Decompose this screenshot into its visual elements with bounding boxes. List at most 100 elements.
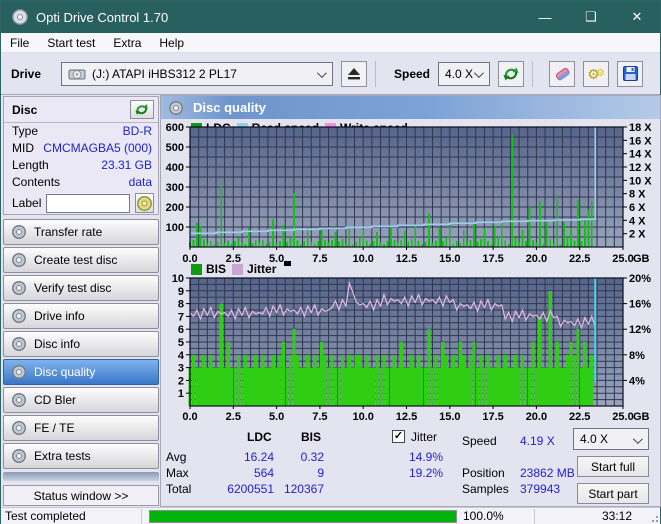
panel-title: Disc quality [193,100,266,115]
svg-text:5: 5 [178,337,184,349]
disc-icon [12,421,26,435]
sidebar-item-label: Verify test disc [34,281,112,295]
sidebar-item-drive-info[interactable]: Drive info [3,303,159,329]
svg-text:15.0: 15.0 [439,411,460,423]
start-full-button[interactable]: Start full [577,456,649,477]
start-full-label: Start full [590,459,635,474]
svg-text:0.0: 0.0 [182,411,197,423]
svg-text:9: 9 [178,286,184,298]
disc-row-type: Type BD-R [4,123,158,140]
disc-row-label: Length [12,158,49,172]
disc-row-value: 23.31 GB [101,158,152,172]
jitter-checkbox-label: Jitter [411,430,438,444]
start-part-button[interactable]: Start part [577,483,649,504]
toolbar-separator [532,60,534,87]
svg-text:2.5: 2.5 [226,411,241,423]
svg-text:20.0: 20.0 [526,253,547,265]
drive-label: Drive [11,66,42,81]
drive-icon [68,69,86,79]
elapsed-time: 33:12 [601,509,632,523]
sidebar-divider [3,472,159,481]
speed-label: Speed [394,66,431,81]
speed-stat-value: 4.19 X [520,434,555,448]
speed-select[interactable]: 4.0 X [438,61,491,86]
sidebar-item-extra-tests[interactable]: Extra tests [3,443,159,469]
disc-icon [12,281,26,295]
disc-panel-title: Disc [12,102,38,117]
panel-header: Disc quality [161,96,660,119]
disc-row-label: Contents [12,175,61,189]
status-window-label: Status window >> [33,488,129,503]
sidebar-item-create-test-disc[interactable]: Create test disc [3,247,159,273]
menu-start-test[interactable]: Start test [38,33,104,53]
write-label-button[interactable] [135,193,154,213]
svg-text:12.5: 12.5 [396,253,417,265]
jitter-max-value: 19.2% [408,466,443,480]
close-button[interactable]: ✕ [614,1,660,33]
svg-text:22.5: 22.5 [569,253,590,265]
sidebar-item-verify-test-disc[interactable]: Verify test disc [3,275,159,301]
disc-row-value[interactable]: data [129,175,152,190]
maximize-button[interactable]: ❑ [568,1,614,33]
gears-button[interactable]: ⚙⚙ [583,60,610,87]
drive-select[interactable]: (J:) ATAPI iHBS312 2 PL17 [61,61,333,86]
ldc-avg-value: 16.24 [243,450,274,464]
status-window-button[interactable]: Status window >> [3,485,159,506]
test-speed-value: 4.0 X [580,432,609,446]
position-stat-value: 23862 MB [520,466,575,480]
eject-icon [348,68,360,80]
progress-percent: 100.0% [463,509,504,523]
toolbar: Drive (J:) ATAPI iHBS312 2 PL17 Speed 4.… [1,53,660,95]
chevron-down-icon [473,67,484,78]
max-row-label: Max [166,466,189,480]
disc-row-value: CMCMAGBA5 (000) [43,141,152,155]
svg-text:14 X: 14 X [629,149,652,161]
svg-text:8%: 8% [629,350,645,362]
test-speed-select[interactable]: 4.0 X [573,428,649,450]
svg-text:7.5: 7.5 [312,253,327,265]
sidebar-item-disc-quality[interactable]: Disc quality [3,359,159,385]
menu-extra[interactable]: Extra [104,33,150,53]
svg-text:8: 8 [178,299,184,311]
sidebar-item-disc-info[interactable]: Disc info [3,331,159,357]
menu-file[interactable]: File [1,33,38,53]
bis-total-value: 120367 [283,482,324,496]
disc-label-input[interactable] [46,193,131,213]
minimize-button[interactable]: — [522,1,568,33]
svg-text:4%: 4% [629,375,645,387]
disc-row-value: BD-R [122,124,152,138]
svg-text:17.5: 17.5 [482,253,503,265]
status-bar: Test completed 100.0% 33:12 [1,507,660,524]
refresh-arrows-icon [135,104,148,115]
disc-icon [12,225,26,239]
progress-bar [149,510,457,523]
svg-text:18 X: 18 X [629,122,652,134]
save-button[interactable] [617,60,644,87]
eject-button[interactable] [341,60,367,87]
sidebar-item-transfer-rate[interactable]: Transfer rate [3,219,159,245]
menu-help[interactable]: Help [150,33,193,53]
ldc-column-header: LDC [247,430,272,444]
svg-text:GB: GB [633,411,650,423]
sidebar-item-fe-te[interactable]: FE / TE [3,415,159,441]
svg-text:GB: GB [633,253,650,265]
svg-text:6 X: 6 X [629,202,646,214]
svg-text:10.0: 10.0 [352,253,373,265]
label-field-caption: Label [12,196,42,210]
ldc-read-speed-chart: 100 200 300 400 500 600 2 X 4 X6 X8 X 10 X12 X14… [166,122,653,265]
refresh-arrows-icon [503,67,519,80]
refresh-button[interactable] [498,60,525,87]
jitter-checkbox[interactable]: ✓ [392,430,405,443]
svg-text:600: 600 [166,122,184,134]
rescan-disc-button[interactable] [130,100,154,119]
disc-icon [12,253,26,267]
ldc-total-value: 6200551 [227,482,274,496]
erase-disc-button[interactable] [549,60,576,87]
sidebar-item-label: CD Bler [34,393,77,407]
sidebar-item-cd-bler[interactable]: CD Bler [3,387,159,413]
svg-text:20.0: 20.0 [526,411,547,423]
resize-grip-icon[interactable] [648,512,658,522]
svg-text:10.0: 10.0 [352,411,373,423]
svg-text:20%: 20% [629,274,651,285]
sidebar-item-label: FE / TE [34,421,75,435]
